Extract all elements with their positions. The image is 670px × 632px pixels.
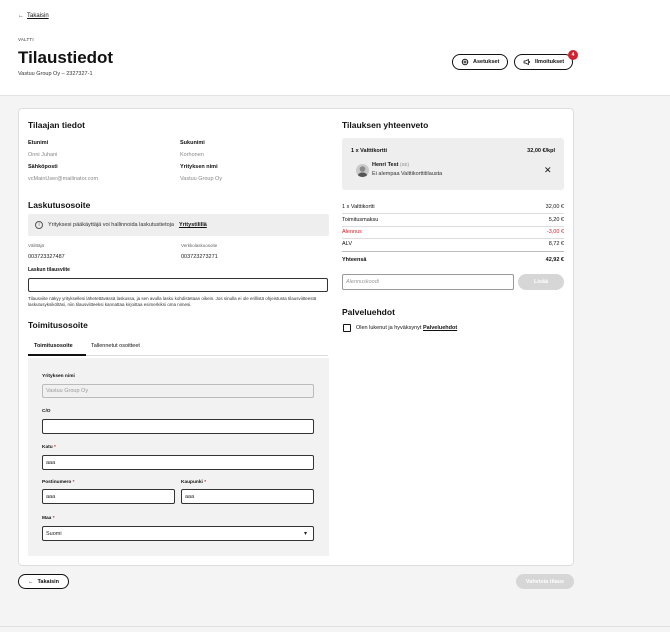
- country-label: Maa *: [42, 516, 55, 521]
- operator-label: Välittäjä: [28, 243, 45, 248]
- summary-line-value: 8,72 €: [548, 241, 564, 247]
- summary-divider: [342, 226, 564, 227]
- first-name-label: Etunimi: [28, 140, 49, 146]
- country-value: Suomi: [46, 530, 62, 537]
- tab-delivery-address[interactable]: Toimitusosoite: [34, 343, 73, 349]
- city-label-text: Kaupunki: [181, 480, 203, 485]
- terms-link[interactable]: Palveluehdot: [423, 325, 457, 331]
- first-name-value: Onni Juhani: [28, 152, 58, 158]
- terms-text: Olen lukenut ja hyväksynyt: [356, 325, 422, 331]
- active-tab-indicator: [28, 354, 86, 356]
- required-mark: *: [72, 480, 75, 485]
- einvoice-value: 003723273271: [181, 254, 218, 260]
- total-value: 42,92 €: [545, 257, 564, 263]
- summary-divider: [342, 213, 564, 214]
- caret-down-icon: ▾: [303, 531, 307, 537]
- terms-heading: Palveluehdot: [342, 307, 395, 317]
- settings-button[interactable]: Asetukset: [452, 54, 509, 70]
- delivery-company-label: Yrityksen nimi: [42, 374, 75, 379]
- summary-line-label: Alennus: [342, 229, 362, 235]
- reference-label: Laskun tilausviite: [28, 267, 70, 273]
- delivery-company-input[interactable]: Vastuu Group Oy: [42, 384, 314, 398]
- required-mark: *: [52, 516, 55, 521]
- summary-line-label: 1 x Valttikortti: [342, 204, 375, 210]
- company-label: Yrityksen nimi: [180, 164, 218, 170]
- last-name-value: Korhonen: [180, 152, 204, 158]
- megaphone-icon: [523, 58, 530, 66]
- notifications-badge: 4: [568, 50, 578, 60]
- header-divider: [0, 95, 670, 96]
- summary-line-label: ALV: [342, 241, 352, 247]
- co-label: C/O: [42, 409, 51, 414]
- confirm-order-button[interactable]: Vahvista tilaus: [516, 574, 574, 589]
- street-label-text: Katu: [42, 445, 53, 450]
- avatar: [356, 164, 369, 177]
- delivery-heading: Toimitusosoite: [28, 320, 88, 330]
- street-input[interactable]: aaa: [42, 455, 314, 470]
- terms-text-row: Olen lukenut ja hyväksynyt Palveluehdot: [356, 325, 457, 331]
- person-tag: (SE): [400, 162, 410, 167]
- back-button[interactable]: ← Takaisin: [18, 574, 69, 589]
- page-subtitle: Vastuu Group Oy – 2327327-1: [18, 71, 93, 77]
- summary-line-value: 5,20 €: [548, 217, 564, 223]
- summary-line-value: -3,00 €: [546, 229, 564, 235]
- orderer-heading: Tilaajan tiedot: [28, 120, 85, 130]
- arrow-left-icon: ←: [18, 13, 24, 19]
- summary-item-label: 1 x Valttikortti: [351, 148, 388, 154]
- required-mark: *: [54, 445, 56, 450]
- postal-input[interactable]: aaa: [42, 489, 175, 504]
- discount-code-input[interactable]: Alennuskoodi: [342, 274, 514, 290]
- remove-item-icon[interactable]: ✕: [544, 165, 552, 176]
- email-value: vcMainUser@mailinator.com: [28, 176, 99, 182]
- company-value: Vastuu Group Oy: [180, 176, 223, 182]
- settings-label: Asetukset: [473, 59, 500, 65]
- gear-icon: [461, 58, 469, 66]
- country-select[interactable]: Suomi ▾: [42, 526, 314, 541]
- billing-heading: Laskutusosoite: [28, 200, 91, 210]
- postal-label-text: Postinumero: [42, 480, 72, 485]
- arrow-left-icon: ←: [27, 578, 34, 585]
- person-name-row: Henri Test (SE): [372, 162, 409, 168]
- info-icon: i: [35, 221, 43, 229]
- city-input[interactable]: aaa: [181, 489, 314, 504]
- city-label: Kaupunki *: [181, 480, 206, 485]
- street-label: Katu *: [42, 445, 56, 450]
- reference-note: Tilausviite näkyy yrityksellesi lähetett…: [28, 296, 317, 307]
- einvoice-label: Verkkolaskuosoite: [181, 243, 218, 248]
- notifications-label: Ilmoitukset: [535, 59, 565, 65]
- person-icon: [357, 166, 368, 177]
- total-label: Yhteensä: [342, 257, 367, 263]
- summary-heading: Tilauksen yhteenveto: [342, 120, 429, 130]
- reference-input[interactable]: [28, 278, 328, 292]
- page-title: Tilaustiedot: [18, 48, 114, 67]
- postal-label: Postinumero *: [42, 480, 75, 485]
- co-input[interactable]: [42, 419, 314, 434]
- summary-line-value: 32,00 €: [545, 204, 564, 210]
- footer-divider: [0, 626, 670, 627]
- summary-item-price: 32,00 €/kpl: [527, 148, 555, 154]
- back-button-label: Takaisin: [37, 578, 60, 585]
- back-link[interactable]: ← Takaisin: [18, 13, 49, 19]
- last-name-label: Sukunimi: [180, 140, 205, 146]
- person-name: Henri Test: [372, 162, 399, 168]
- notifications-button[interactable]: Ilmoitukset: [514, 54, 574, 70]
- email-label: Sähköposti: [28, 164, 58, 170]
- eyebrow: VALTTI: [18, 37, 34, 42]
- country-label-text: Maa: [42, 516, 52, 521]
- back-link-label[interactable]: Takaisin: [27, 13, 49, 19]
- tab-saved-addresses[interactable]: Tallennetut osoitteet: [91, 343, 140, 349]
- summary-line-label: Toimitusmaksu: [342, 217, 379, 223]
- summary-divider: [342, 251, 564, 252]
- person-status: Ei alempaa Valttikorttitilausta: [372, 171, 443, 177]
- terms-checkbox[interactable]: [343, 324, 351, 332]
- company-account-link[interactable]: Yritystilillä: [179, 222, 207, 228]
- billing-info-text: Yrityksesi pääkäyttäjä voi hallinnoida l…: [48, 222, 174, 228]
- operator-value: 003723327487: [28, 254, 65, 260]
- required-mark: *: [204, 480, 207, 485]
- billing-info-box: i Yrityksesi pääkäyttäjä voi hallinnoida…: [28, 214, 329, 236]
- add-discount-button[interactable]: Lisää: [518, 274, 564, 290]
- summary-divider: [342, 238, 564, 239]
